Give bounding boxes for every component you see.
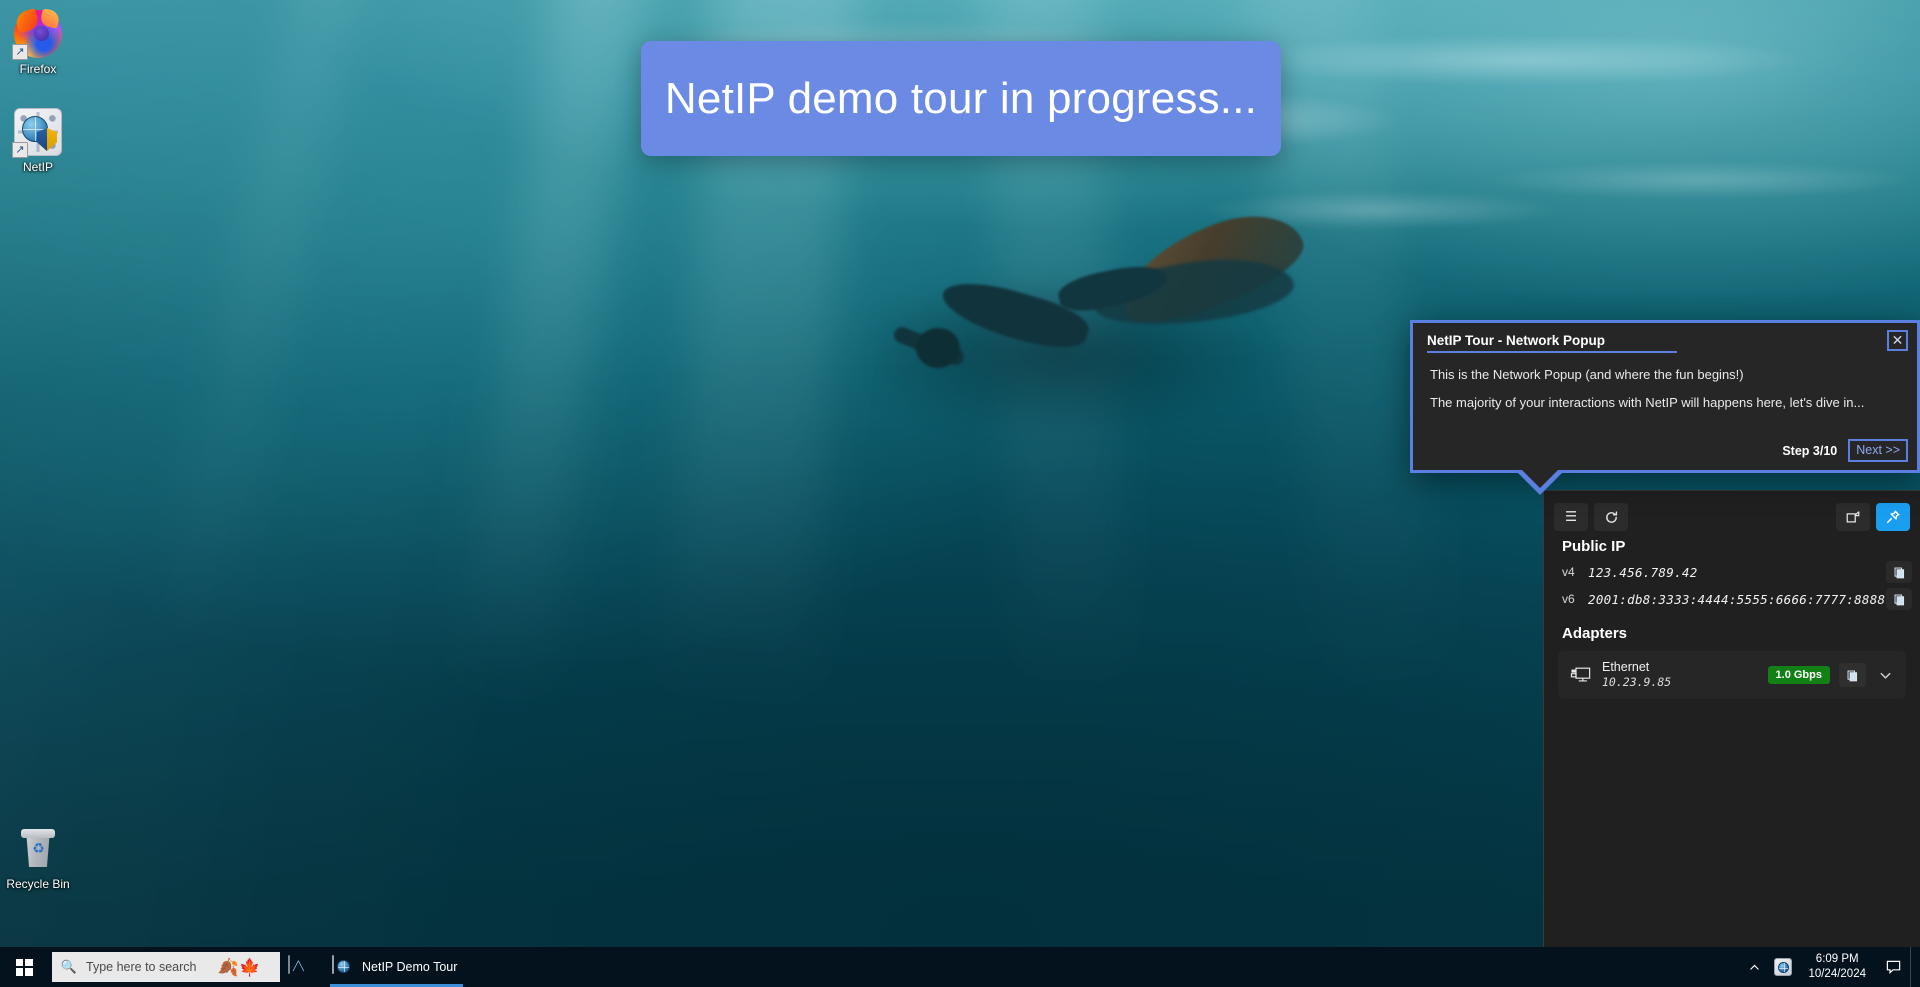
desktop-icon-recycle-bin[interactable]: ♻ Recycle Bin [0,825,83,891]
performance-monitor-icon: ╱╲ [288,955,310,978]
tour-popup-titlebar: NetIP Tour - Network Popup ✕ [1413,323,1917,359]
adapter-name: Ethernet [1602,660,1650,674]
adapter-info: Ethernet 10.23.9.85 [1596,660,1768,690]
public-ip-section-title: Public IP [1562,538,1626,555]
tour-popup-line-1: This is the Network Popup (and where the… [1430,367,1744,382]
ip-version-label: v6 [1562,592,1575,606]
adapter-row-ethernet[interactable]: Ethernet 10.23.9.85 1.0 Gbps [1558,651,1906,699]
refresh-icon[interactable] [1594,503,1628,531]
show-desktop-button[interactable] [1910,947,1916,987]
taskbar: 🔍 Type here to search 🍂🍁 ╱╲ NetIP Demo T… [0,947,1920,987]
public-ip-row-v6: v6 2001:db8:3333:4444:5555:6666:7777:888… [1544,586,1920,612]
notification-bell-icon[interactable] [1876,947,1910,987]
desktop-icon-firefox[interactable]: ↗ Firefox [0,8,83,76]
tour-banner-text: NetIP demo tour in progress... [664,73,1258,123]
tour-step-popup: NetIP Tour - Network Popup ✕ This is the… [1410,320,1920,495]
firefox-icon: ↗ [12,8,62,60]
adapter-ip: 10.23.9.85 [1602,675,1672,689]
desktop-background[interactable]: ↗ Firefox ↗ NetIP ♻ Recycle Bin NetIP de… [0,0,1920,987]
clock-time: 6:09 PM [1815,953,1859,965]
tour-progress-banner: NetIP demo tour in progress... [641,41,1281,156]
tour-popup-tail-fill [1519,467,1561,488]
adapter-speed-badge: 1.0 Gbps [1767,666,1830,684]
netip-tray-icon[interactable] [1768,947,1798,987]
tour-step-counter: Step 3/10 [1782,443,1838,458]
tour-popup-footer: Step 3/10 Next >> [1782,439,1908,462]
desktop-icon-label: NetIP [22,160,53,174]
autumn-leaves-icon: 🍂🍁 [217,957,261,977]
taskbar-item-netip-demo-tour[interactable]: NetIP Demo Tour [324,947,469,987]
taskbar-item-performance-monitor[interactable]: ╱╲ [280,947,324,987]
public-ipv6-value: 2001:db8:3333:4444:5555:6666:7777:8888 [1588,591,1886,607]
windows-logo-icon [15,958,33,976]
tour-popup-title: NetIP Tour - Network Popup [1427,333,1678,353]
desktop-icon-netip[interactable]: ↗ NetIP [0,108,83,174]
chevron-down-icon[interactable] [1874,664,1896,686]
wallpaper-freediver-silhouette [880,197,1314,450]
pin-icon[interactable] [1876,503,1910,531]
copy-icon[interactable] [1886,588,1912,610]
netip-network-popup-panel: ☰ Public IP v4 123.456.789.42 v6 2001:db… [1543,490,1920,947]
desktop-icon-label: Firefox [19,62,57,76]
hamburger-menu-icon[interactable]: ☰ [1554,503,1588,531]
search-icon: 🔍 [60,959,78,974]
ethernet-adapter-icon [1566,665,1596,685]
netip-panel-toolbar: ☰ [1544,491,1920,535]
recycle-bin-icon: ♻ [14,825,62,873]
copy-icon[interactable] [1886,561,1912,583]
public-ip-row-v4: v4 123.456.789.42 [1544,559,1920,585]
taskbar-item-label: NetIP Demo Tour [362,960,458,974]
search-input[interactable]: 🔍 Type here to search 🍂🍁 [52,952,280,982]
dock-corner-icon[interactable] [1836,503,1870,531]
netip-app-icon [332,955,354,978]
shortcut-arrow-icon: ↗ [12,142,28,158]
tour-popup-body: This is the Network Popup (and where the… [1413,359,1917,410]
chevron-up-icon[interactable] [1740,947,1768,987]
start-button[interactable] [0,947,48,987]
adapters-section-title: Adapters [1562,625,1628,642]
public-ipv4-value: 123.456.789.42 [1588,564,1698,580]
shortcut-arrow-icon: ↗ [12,44,28,60]
taskbar-clock[interactable]: 6:09 PM 10/24/2024 [1798,952,1876,982]
system-tray: 6:09 PM 10/24/2024 [1740,947,1920,987]
copy-icon[interactable] [1839,663,1866,687]
ip-version-label: v4 [1562,565,1575,579]
tour-popup-line-2: The majority of your interactions with N… [1430,395,1865,410]
netip-app-icon: ↗ [12,108,62,158]
desktop-icon-label: Recycle Bin [6,877,70,891]
close-icon[interactable]: ✕ [1887,330,1908,351]
tour-next-button[interactable]: Next >> [1848,439,1908,462]
search-placeholder: Type here to search [86,960,197,974]
clock-date: 10/24/2024 [1808,968,1866,980]
